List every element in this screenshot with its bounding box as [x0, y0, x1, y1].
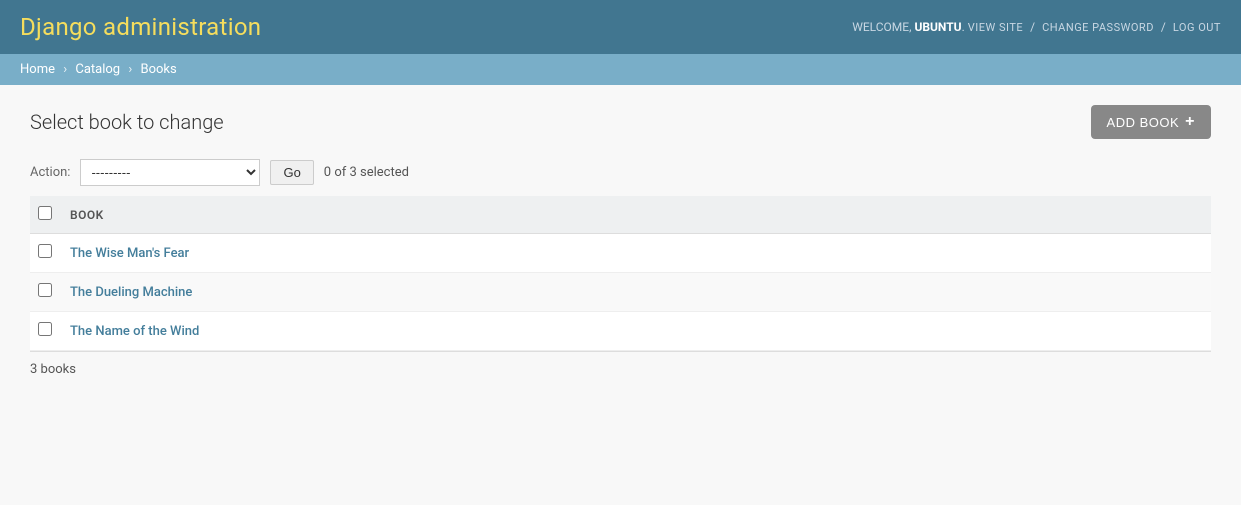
breadcrumb: Home › Catalog › Books [0, 54, 1241, 85]
action-label: Action: [30, 165, 70, 180]
content-header: Select book to change ADD BOOK + [30, 105, 1211, 139]
welcome-text: WELCOME, [852, 20, 911, 34]
separator-1: / [1030, 20, 1035, 34]
breadcrumb-home-link[interactable]: Home [20, 62, 55, 77]
page-title: Select book to change [30, 110, 224, 134]
breadcrumb-separator-2: › [128, 62, 132, 77]
breadcrumb-catalog-link[interactable]: Catalog [75, 62, 120, 77]
selected-count: 0 of 3 selected [324, 165, 409, 180]
header-checkbox-col [30, 196, 60, 234]
books-table: BOOK The Wise Man's Fear The Dueling Mach… [30, 196, 1211, 351]
add-book-button[interactable]: ADD BOOK + [1091, 105, 1211, 139]
row-checkbox-cell [30, 312, 60, 351]
user-info: WELCOME, UBUNTU. VIEW SITE / CHANGE PASS… [852, 20, 1221, 34]
go-button[interactable]: Go [270, 160, 313, 185]
row-title-cell: The Wise Man's Fear [60, 234, 1211, 273]
change-password-link[interactable]: CHANGE PASSWORD [1042, 21, 1154, 34]
row-title-cell: The Dueling Machine [60, 273, 1211, 312]
log-out-link[interactable]: LOG OUT [1173, 21, 1221, 34]
add-icon: + [1185, 113, 1195, 131]
row-checkbox[interactable] [38, 322, 52, 336]
table-body: The Wise Man's Fear The Dueling Machine Th… [30, 234, 1211, 351]
result-count-text: 3 books [30, 362, 76, 377]
main-content: Select book to change ADD BOOK + Action:… [0, 85, 1241, 407]
table-row: The Name of the Wind [30, 312, 1211, 351]
site-title: Django administration [20, 13, 261, 41]
view-site-link[interactable]: VIEW SITE [968, 21, 1023, 34]
row-checkbox[interactable] [38, 244, 52, 258]
table-row: The Dueling Machine [30, 273, 1211, 312]
book-col-label: BOOK [70, 208, 104, 222]
add-book-label: ADD BOOK [1107, 115, 1180, 130]
book-title-link[interactable]: The Wise Man's Fear [70, 246, 189, 261]
actions-bar: Action: --------- Go 0 of 3 selected [30, 159, 1211, 186]
select-all-checkbox[interactable] [38, 206, 52, 220]
row-title-cell: The Name of the Wind [60, 312, 1211, 351]
row-checkbox-cell [30, 273, 60, 312]
book-title-link[interactable]: The Dueling Machine [70, 285, 192, 300]
action-select[interactable]: --------- [80, 159, 260, 186]
breadcrumb-separator-1: › [63, 62, 67, 77]
username: UBUNTU [914, 20, 961, 34]
table-row: The Wise Man's Fear [30, 234, 1211, 273]
table-header-row: BOOK [30, 196, 1211, 234]
breadcrumb-current: Books [140, 62, 176, 77]
book-title-link[interactable]: The Name of the Wind [70, 324, 199, 339]
result-count: 3 books [30, 351, 1211, 387]
row-checkbox[interactable] [38, 283, 52, 297]
site-header: Django administration WELCOME, UBUNTU. V… [0, 0, 1241, 54]
header-book-col: BOOK [60, 196, 1211, 234]
separator-2: / [1161, 20, 1166, 34]
row-checkbox-cell [30, 234, 60, 273]
